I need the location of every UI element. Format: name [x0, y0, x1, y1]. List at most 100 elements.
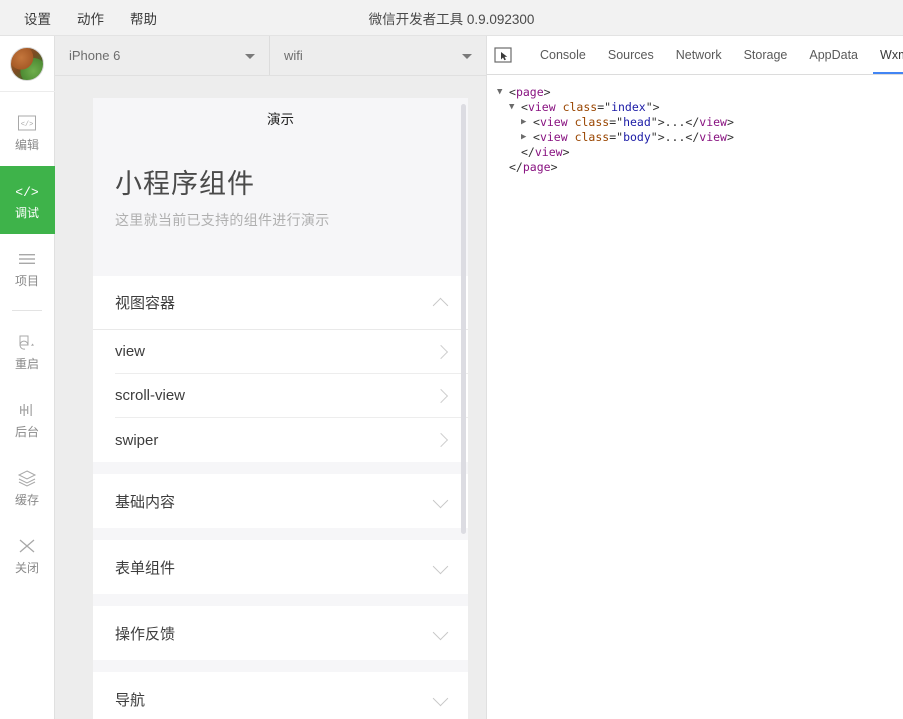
mp-group-header-basic-content[interactable]: 基础内容	[93, 474, 468, 529]
wxml-tag: view	[539, 115, 568, 129]
disclosure-triangle-closed-icon[interactable]: ▶	[521, 130, 533, 145]
wxml-node-view-body-collapsed[interactable]: ▶ < view class =" body ">... </view >	[497, 130, 903, 145]
devtools-panel: Console Sources Network Storage AppData …	[486, 36, 903, 719]
chevron-right-icon	[433, 344, 449, 359]
wxml-attr-name: class	[574, 115, 610, 129]
wxml-attr-name: class	[574, 130, 610, 144]
layers-icon	[16, 468, 38, 488]
rail-item-cache[interactable]: 缓存	[0, 453, 55, 521]
code-square-icon: </>	[16, 113, 38, 133]
mp-group: 导航	[93, 672, 468, 719]
wxml-node-page-close: </page >	[509, 160, 558, 174]
mp-group: 表单组件	[93, 540, 468, 595]
menu-item-actions[interactable]: 动作	[67, 5, 114, 31]
close-x-icon	[16, 536, 38, 556]
wxml-tag: view	[539, 130, 568, 144]
inspect-element-icon[interactable]	[493, 44, 513, 66]
background-icon	[16, 400, 38, 420]
chevron-down-icon	[245, 53, 255, 59]
tab-appdata[interactable]: AppData	[798, 36, 869, 74]
mp-group-header-action-feedback[interactable]: 操作反馈	[93, 606, 468, 661]
wxml-node-view-index-open[interactable]: ▼ < view class =" index ">	[497, 100, 903, 115]
rail-item-debug[interactable]: </> 调试	[0, 166, 55, 234]
hamburger-lines-icon	[16, 249, 38, 269]
device-select[interactable]: iPhone 6	[55, 36, 270, 75]
mp-group: 视图容器 view scroll-view swiper	[93, 276, 468, 463]
list-item[interactable]: view	[115, 330, 468, 375]
svg-text:</>: </>	[21, 121, 34, 129]
tab-storage[interactable]: Storage	[733, 36, 799, 74]
rail-divider	[12, 310, 42, 311]
wxml-tag: page	[522, 160, 551, 174]
menu-item-help[interactable]: 帮助	[120, 5, 167, 31]
rail-item-project-label: 项目	[14, 274, 39, 288]
rail-item-restart-label: 重启	[14, 357, 39, 371]
left-rail: </> 编辑 </> 调试 项目 重启 后台 缓存 关闭	[0, 36, 55, 719]
wxml-tag: page	[515, 85, 544, 99]
wxml-node-view-close: </view >	[521, 145, 570, 159]
mp-hero: 小程序组件 这里就当前已支持的组件进行演示	[93, 138, 468, 265]
avatar-container[interactable]	[0, 36, 55, 92]
wxml-tag: view	[534, 145, 563, 159]
network-select[interactable]: wifi	[270, 36, 486, 75]
devtools-tab-bar: Console Sources Network Storage AppData …	[487, 36, 903, 75]
wxml-node-view-head-collapsed[interactable]: ▶ < view class =" head ">... </view >	[497, 115, 903, 130]
wxml-attr-value: head	[623, 115, 651, 129]
mp-group-title: 基础内容	[115, 493, 176, 511]
chevron-down-icon	[432, 559, 449, 575]
tab-sources[interactable]: Sources	[597, 36, 665, 74]
mp-group-title: 操作反馈	[115, 625, 176, 643]
chevron-right-icon	[433, 433, 449, 448]
list-item-label: scroll-view	[115, 387, 186, 405]
tab-network[interactable]: Network	[665, 36, 733, 74]
chevron-down-icon	[462, 53, 472, 59]
tab-console[interactable]: Console	[529, 36, 597, 74]
simulator-panel: iPhone 6 wifi 演示 小程序组件 这里就当前已支持的组件进行演示 视…	[55, 36, 486, 719]
code-brackets-icon: </>	[15, 181, 39, 201]
chevron-down-icon	[432, 691, 449, 707]
rail-item-debug-label: 调试	[14, 206, 39, 220]
chevron-down-icon	[432, 493, 449, 509]
mp-group-header-navigation[interactable]: 导航	[93, 672, 468, 719]
mp-nav-title: 演示	[93, 98, 468, 138]
rail-item-close[interactable]: 关闭	[0, 521, 55, 589]
svg-text:</>: </>	[16, 185, 38, 200]
list-item-label: swiper	[115, 431, 159, 449]
mp-hero-title: 小程序组件	[115, 169, 255, 199]
chevron-right-icon	[433, 388, 449, 403]
mp-group: 操作反馈	[93, 606, 468, 661]
chevron-up-icon	[432, 297, 449, 314]
menu-item-settings[interactable]: 设置	[14, 5, 61, 31]
mp-group-header-form-components[interactable]: 表单组件	[93, 540, 468, 595]
mp-group-title: 导航	[115, 691, 146, 709]
chevron-down-icon	[432, 625, 449, 641]
rail-item-background[interactable]: 后台	[0, 385, 55, 453]
phone-scrollbar[interactable]	[461, 104, 466, 534]
disclosure-triangle-open-icon[interactable]: ▼	[497, 85, 509, 100]
mp-group-items: view scroll-view swiper	[93, 330, 468, 463]
mp-group-title: 表单组件	[115, 559, 176, 577]
list-item-label: view	[115, 343, 146, 361]
disclosure-triangle-closed-icon[interactable]: ▶	[521, 115, 533, 130]
mp-group: 基础内容	[93, 474, 468, 529]
mp-hero-subtitle: 这里就当前已支持的组件进行演示	[115, 212, 330, 229]
rail-item-cache-label: 缓存	[14, 493, 39, 507]
rail-item-edit[interactable]: </> 编辑	[0, 98, 55, 166]
mp-group-title: 视图容器	[115, 295, 176, 313]
rail-item-close-label: 关闭	[14, 561, 39, 575]
rail-item-restart[interactable]: 重启	[0, 317, 55, 385]
disclosure-triangle-open-icon[interactable]: ▼	[509, 100, 521, 115]
wxml-tag: view	[527, 100, 556, 114]
wxml-node-page-open[interactable]: ▼ < page >	[497, 85, 903, 100]
tab-wxml[interactable]: Wxml	[869, 36, 903, 74]
wxml-tree: ▼ < page > ▼ < view class =" index "> ▶ < view …	[487, 75, 903, 175]
rail-item-project[interactable]: 项目	[0, 234, 55, 302]
rail-item-background-label: 后台	[14, 425, 39, 439]
mp-group-header-view-container[interactable]: 视图容器	[93, 276, 468, 331]
phone-scroll-content: 演示 小程序组件 这里就当前已支持的组件进行演示 视图容器 view scrol…	[93, 98, 468, 719]
avatar[interactable]	[10, 46, 44, 81]
list-item[interactable]: scroll-view	[115, 374, 468, 419]
wxml-attr-name: class	[562, 100, 598, 114]
phone-preview[interactable]: 演示 小程序组件 这里就当前已支持的组件进行演示 视图容器 view scrol…	[93, 98, 468, 719]
list-item[interactable]: swiper	[115, 418, 468, 462]
